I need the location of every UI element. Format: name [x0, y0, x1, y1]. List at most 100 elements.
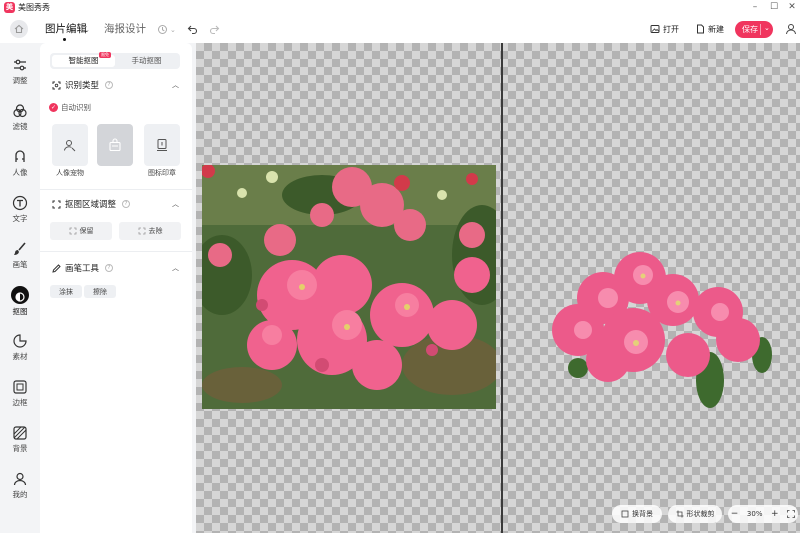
help-icon[interactable]: ? [122, 200, 131, 208]
history-icon[interactable] [157, 24, 168, 35]
nav-label: 边框 [12, 398, 28, 407]
new-label: 新建 [708, 24, 724, 34]
tab-manual-cutout[interactable]: 手动抠图 [115, 55, 178, 67]
nav-item-frame[interactable]: 边框 [0, 375, 40, 419]
type-label: 人像宠物 [56, 169, 84, 177]
nav-item-mine[interactable]: 我的 [0, 467, 40, 511]
remove-icon [138, 227, 145, 235]
auto-recognize-label: 自动识别 [61, 103, 91, 112]
nav-item-background[interactable]: 背景 [0, 421, 40, 465]
keep-icon [69, 227, 76, 235]
cutout-mode-switch: 智能抠图 限免 手动抠图 [50, 52, 180, 69]
nav-label: 背景 [12, 444, 28, 453]
erase-button[interactable]: 擦除 [84, 285, 116, 298]
history-dropdown-icon[interactable]: ⌄ [170, 24, 176, 36]
zoom-control: − 30% + [728, 505, 798, 523]
shape-crop-button[interactable]: 形状裁剪 [668, 505, 722, 523]
cutout-result [548, 250, 776, 410]
zoom-out-icon[interactable]: − [731, 509, 739, 519]
close-icon[interactable]: ✕ [785, 1, 799, 14]
person-icon [64, 140, 76, 152]
maximize-icon[interactable]: ☐ [767, 1, 781, 14]
app-logo: 美 [4, 2, 15, 13]
save-label: 保存 [742, 25, 758, 34]
open-button[interactable]: 打开 [650, 22, 679, 36]
save-dropdown-icon[interactable]: ⌄ [764, 24, 770, 32]
stamp-icon [157, 139, 167, 151]
tab-poster-design[interactable]: 海报设计 [104, 22, 146, 36]
nav-item-brush[interactable]: 画笔 [0, 237, 40, 281]
original-photo [202, 165, 496, 409]
rose-photo-image [202, 165, 496, 409]
nav-item-adjust[interactable]: 调整 [0, 53, 40, 97]
compare-split-line[interactable] [501, 43, 503, 533]
nav-item-cutout[interactable]: 抠图 [0, 283, 40, 327]
nav-label: 人像 [12, 168, 28, 177]
keep-label: 保留 [79, 227, 94, 235]
smart-cutout-label: 智能抠图 [68, 56, 99, 65]
redo-icon[interactable] [209, 24, 220, 35]
check-icon: ✓ [49, 103, 58, 112]
new-button[interactable]: 新建 [696, 22, 724, 36]
section-brush-title: 画笔工具 ? [52, 262, 114, 274]
crop-icon [676, 510, 683, 518]
change-background-button[interactable]: 换背景 [612, 505, 662, 523]
brush-icon [14, 242, 26, 255]
nav-item-sticker[interactable]: 素材 [0, 329, 40, 373]
type-label: 图标印章 [148, 169, 176, 177]
save-divider [760, 24, 761, 35]
collapse-icon[interactable]: ︿ [172, 199, 179, 209]
remove-button[interactable]: 去除 [119, 222, 181, 240]
zoom-level: 30% [746, 510, 763, 518]
collapse-icon[interactable]: ︿ [172, 80, 179, 90]
nav-label: 画笔 [12, 260, 28, 269]
portrait-icon [15, 150, 25, 162]
nav-item-filter[interactable]: 滤镜 [0, 99, 40, 143]
tab-image-edit[interactable]: 图片编辑 [45, 22, 87, 36]
bag-icon [109, 138, 121, 152]
tab-smart-cutout[interactable]: 智能抠图 限免 [52, 52, 115, 67]
brush-title: 画笔工具 [65, 264, 100, 274]
type-person-pet[interactable]: 人像宠物 [52, 124, 88, 178]
account-icon[interactable] [785, 23, 797, 35]
frame-icon [13, 380, 27, 394]
new-file-icon [697, 24, 704, 34]
open-label: 打开 [663, 24, 679, 34]
text-icon [12, 195, 28, 211]
left-nav: 调整 滤镜 人像 文字 画笔 抠图 素材 边框 背景 我的 [0, 43, 40, 533]
fit-screen-icon[interactable] [787, 510, 796, 518]
collapse-icon[interactable]: ︿ [172, 263, 179, 273]
cutout-flowers-image [552, 252, 772, 408]
smear-button[interactable]: 涂抹 [50, 285, 82, 298]
zoom-in-icon[interactable]: + [771, 509, 779, 519]
home-icon [14, 24, 24, 34]
minimize-icon[interactable]: – [748, 1, 762, 14]
sticker-icon [13, 334, 27, 348]
cutout-panel: 智能抠图 限免 手动抠图 识别类型 ? ︿ ✓ 自动识别 人像宠物 商品物品 图… [40, 43, 192, 533]
nav-item-text[interactable]: 文字 [0, 191, 40, 235]
title-bar: 美 美图秀秀 – ☐ ✕ [0, 0, 800, 15]
region-icon [52, 200, 61, 208]
help-icon[interactable]: ? [105, 264, 114, 272]
section-recognition-title: 识别类型 ? [52, 79, 114, 91]
change-background-label: 换背景 [632, 510, 653, 518]
type-icon-stamp[interactable]: 图标印章 [144, 124, 180, 178]
logo-glyph: 美 [6, 3, 13, 11]
save-button[interactable]: 保存 ⌄ [735, 21, 773, 38]
type-product[interactable]: 商品物品 [97, 124, 133, 178]
recognition-title: 识别类型 [65, 81, 100, 91]
free-badge: 限免 [99, 52, 111, 58]
help-icon[interactable]: ? [105, 81, 114, 89]
nav-label: 素材 [12, 352, 28, 361]
sliders-icon [14, 59, 26, 71]
shape-crop-label: 形状裁剪 [686, 510, 715, 518]
type-label: 商品物品 [101, 166, 129, 174]
home-button[interactable] [10, 20, 28, 38]
undo-icon[interactable] [187, 24, 198, 35]
auto-recognize-checkbox[interactable]: ✓ 自动识别 [49, 102, 91, 113]
keep-button[interactable]: 保留 [50, 222, 112, 240]
nav-item-portrait[interactable]: 人像 [0, 145, 40, 189]
tab-dropdown-icon[interactable]: ⌄ [84, 24, 90, 36]
open-image-icon [650, 25, 660, 33]
active-tab-indicator [63, 38, 66, 41]
